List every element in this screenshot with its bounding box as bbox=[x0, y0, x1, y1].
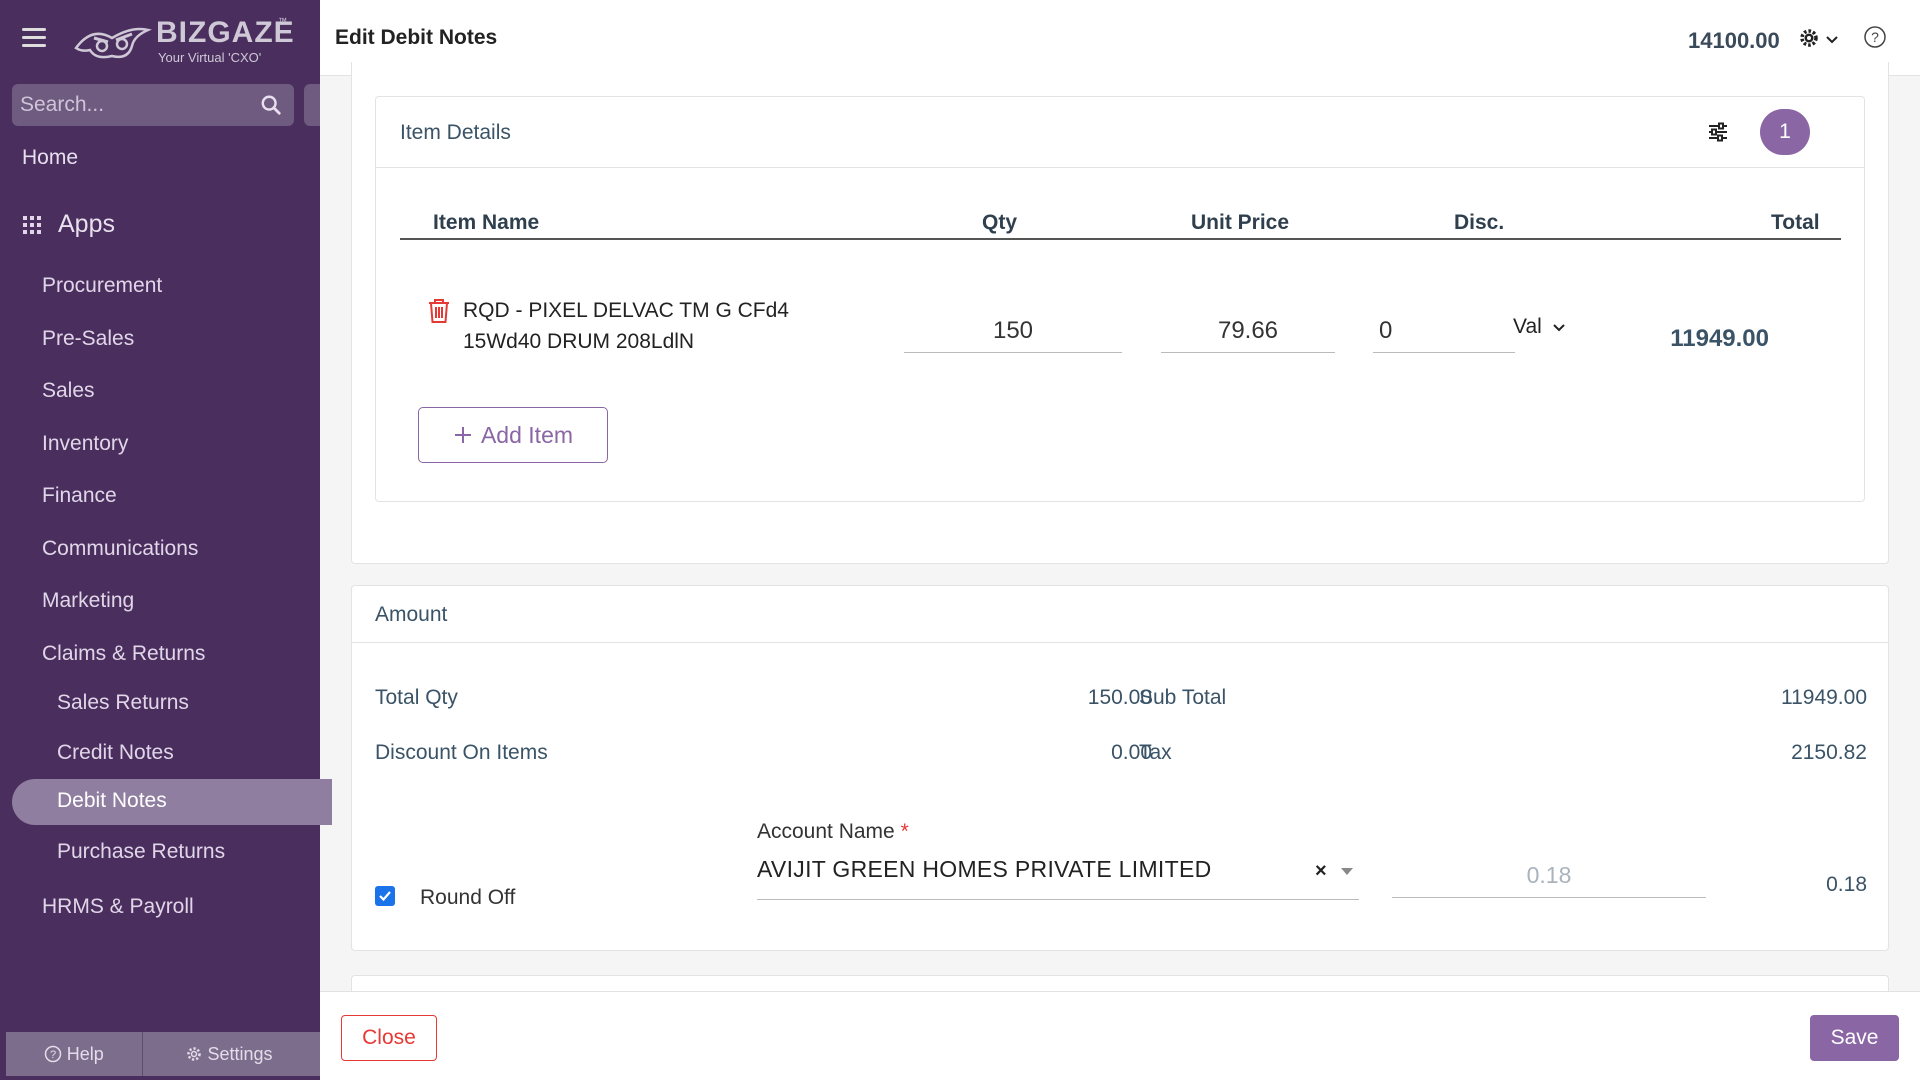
total-qty-label: Total Qty bbox=[375, 686, 458, 709]
discount-value: 0.00 bbox=[1111, 741, 1152, 764]
round-off-value: 0.18 bbox=[1826, 873, 1867, 896]
item-details-card: Item Details 1 Item Name Qty Unit Price … bbox=[375, 96, 1865, 502]
sidebar-search bbox=[12, 84, 294, 126]
footer-bar: Close Save bbox=[320, 991, 1920, 1080]
settings-button[interactable]: Settings bbox=[143, 1032, 321, 1076]
check-icon bbox=[379, 891, 391, 902]
owl-logo-icon bbox=[74, 27, 152, 59]
search-input[interactable] bbox=[20, 92, 250, 118]
plus-icon bbox=[454, 427, 471, 443]
sidebar-item-marketing[interactable]: Marketing bbox=[42, 589, 134, 613]
sidebar-item-communications[interactable]: Communications bbox=[42, 537, 198, 561]
total-qty-value: 150.00 bbox=[1087, 686, 1152, 709]
help-label: Help bbox=[66, 1043, 104, 1064]
sidebar-item-claims-returns[interactable]: Claims & Returns bbox=[42, 642, 205, 666]
save-button[interactable]: Save bbox=[1810, 1015, 1899, 1061]
col-unit-price: Unit Price bbox=[1191, 211, 1290, 234]
menu-icon[interactable] bbox=[22, 28, 46, 48]
sidebar-item-pre-sales[interactable]: Pre-Sales bbox=[42, 327, 134, 351]
logo-tagline: Your Virtual 'CXO' bbox=[158, 50, 262, 65]
sidebar-header: BIZGAZE ™ Your Virtual 'CXO' bbox=[0, 0, 320, 80]
logo-trademark: ™ bbox=[278, 16, 287, 26]
gear-icon bbox=[1800, 29, 1818, 47]
sidebar-item-sales[interactable]: Sales bbox=[42, 379, 95, 403]
discount-label: Discount On Items bbox=[375, 741, 548, 764]
sidebar-item-credit-notes[interactable]: Credit Notes bbox=[57, 741, 174, 765]
caret-down-icon[interactable] bbox=[1341, 868, 1353, 875]
col-total: Total bbox=[1771, 211, 1820, 234]
amount-header: Amount bbox=[352, 586, 1888, 643]
required-marker: * bbox=[900, 820, 909, 843]
sidebar-item-procurement[interactable]: Procurement bbox=[42, 274, 162, 298]
account-name-text: Account Name bbox=[757, 820, 895, 843]
bizgaze-logo[interactable]: BIZGAZE ™ Your Virtual 'CXO' bbox=[72, 14, 295, 68]
item-name[interactable]: RQD - PIXEL DELVAC TM G CFd4 15Wd40 DRUM… bbox=[463, 295, 823, 357]
header-total: 14100.00 bbox=[1688, 28, 1780, 53]
chevron-down-icon bbox=[1826, 36, 1838, 44]
sidebar-item-inventory[interactable]: Inventory bbox=[42, 432, 128, 456]
tax-label: Tax bbox=[1139, 741, 1172, 764]
sidebar-item-hrms-payroll[interactable]: HRMS & Payroll bbox=[42, 895, 194, 919]
sidebar-item-purchase-returns[interactable]: Purchase Returns bbox=[57, 840, 225, 864]
settings-label: Settings bbox=[207, 1043, 273, 1064]
qty-input[interactable] bbox=[904, 309, 1122, 353]
sliders-icon[interactable] bbox=[1705, 119, 1731, 145]
grid-icon bbox=[23, 216, 41, 235]
account-name-select[interactable]: AVIJIT GREEN HOMES PRIVATE LIMITED × bbox=[757, 850, 1359, 900]
apps-label: Apps bbox=[58, 210, 115, 238]
col-item-name: Item Name bbox=[433, 211, 540, 234]
page-title: Edit Debit Notes bbox=[335, 26, 498, 49]
sidebar: BIZGAZE ™ Your Virtual 'CXO' Home Apps P… bbox=[0, 0, 332, 1080]
col-disc: Disc. bbox=[1454, 211, 1505, 234]
add-item-button[interactable]: Add Item bbox=[418, 407, 608, 463]
sidebar-footer: ? Help Settings bbox=[6, 1032, 320, 1076]
row-total: 11949.00 bbox=[1670, 325, 1769, 352]
col-qty: Qty bbox=[982, 211, 1018, 234]
header-divider bbox=[400, 238, 1841, 240]
sidebar-item-home[interactable]: Home bbox=[22, 146, 78, 170]
sidebar-item-label: Debit Notes bbox=[57, 789, 167, 812]
search-toggle[interactable] bbox=[304, 84, 320, 126]
round-off-checkbox[interactable] bbox=[375, 886, 395, 906]
settings-dropdown[interactable] bbox=[1798, 26, 1844, 52]
unit-price-input[interactable] bbox=[1161, 309, 1335, 353]
trash-icon[interactable] bbox=[427, 298, 451, 324]
sidebar-item-finance[interactable]: Finance bbox=[42, 484, 117, 508]
item-details-title: Item Details bbox=[400, 121, 511, 144]
subtotal-value: 11949.00 bbox=[1780, 686, 1867, 709]
amount-title: Amount bbox=[375, 603, 448, 626]
search-icon[interactable] bbox=[260, 94, 282, 116]
sidebar-item-sales-returns[interactable]: Sales Returns bbox=[57, 691, 189, 715]
svg-text:?: ? bbox=[50, 1049, 56, 1061]
amount-section: Amount Total Qty 150.00 Discount On Item… bbox=[351, 585, 1889, 951]
tax-value: 2150.82 bbox=[1791, 741, 1867, 764]
help-button[interactable]: ? Help bbox=[6, 1032, 143, 1076]
help-icon[interactable]: ? bbox=[1863, 25, 1887, 49]
account-name-label: Account Name * bbox=[757, 820, 909, 844]
item-count-badge[interactable]: 1 bbox=[1760, 109, 1810, 155]
sidebar-item-apps[interactable]: Apps bbox=[22, 210, 115, 239]
logo-name: BIZGAZE bbox=[156, 16, 295, 49]
question-circle-icon: ? bbox=[44, 1045, 61, 1063]
item-details-header: Item Details 1 bbox=[376, 97, 1864, 168]
round-off-label: Round Off bbox=[420, 886, 516, 909]
account-name-value: AVIJIT GREEN HOMES PRIVATE LIMITED bbox=[757, 856, 1212, 882]
sidebar-item-debit-notes[interactable]: Debit Notes bbox=[12, 779, 332, 825]
gear-icon bbox=[186, 1047, 201, 1061]
close-button[interactable]: Close bbox=[341, 1015, 437, 1061]
subtotal-label: Sub Total bbox=[1139, 686, 1227, 709]
add-item-label: Add Item bbox=[480, 421, 574, 448]
svg-text:?: ? bbox=[1871, 29, 1879, 45]
clear-icon[interactable]: × bbox=[1315, 860, 1327, 883]
